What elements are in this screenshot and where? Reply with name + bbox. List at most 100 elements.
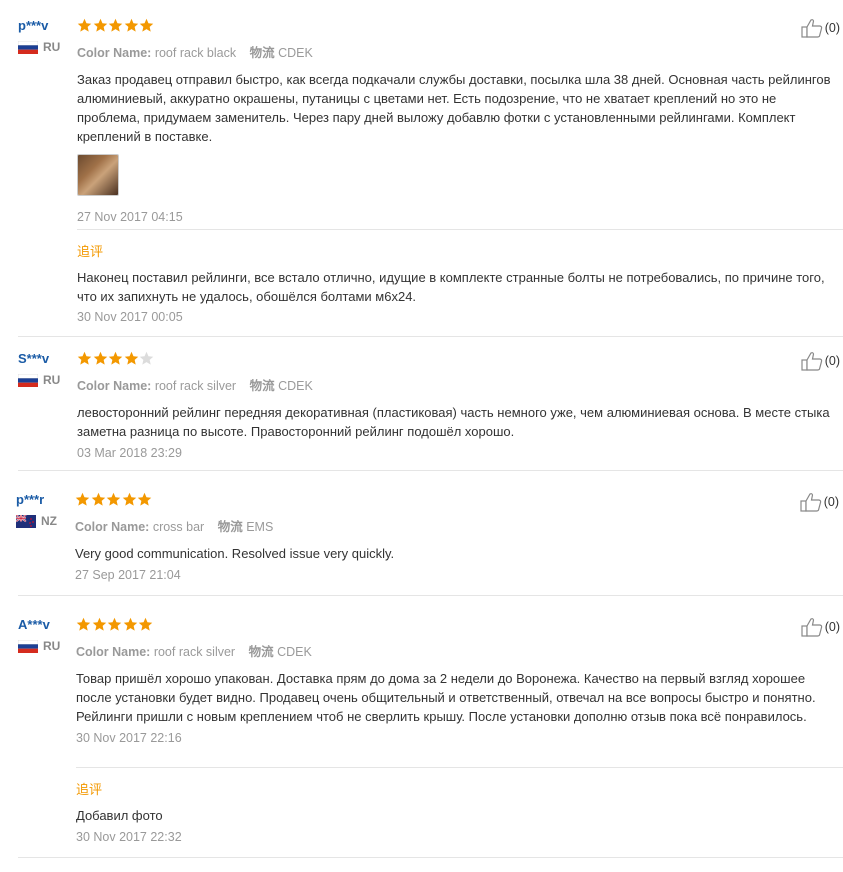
reviewer-info: p***v RU: [18, 18, 72, 54]
star-icon: [91, 492, 105, 506]
shipping-value: CDEK: [278, 379, 313, 393]
thumb-up-icon: [800, 493, 821, 512]
shipping-label: 物流: [249, 379, 275, 393]
color-name-value: roof rack black: [154, 46, 237, 60]
review-date: 03 Mar 2018 23:29: [77, 446, 182, 460]
reviewer-name[interactable]: p***v: [18, 18, 72, 34]
flag-ru-icon: [18, 373, 38, 387]
review-body: Color Name: cross bar 物流 EMS Very good c…: [75, 492, 843, 582]
star-icon: [108, 18, 123, 32]
star-icon: [93, 351, 107, 365]
review-date: 27 Sep 2017 21:04: [75, 568, 181, 582]
helpful-count: (0): [824, 21, 840, 35]
review-item: S***v RU Color Name: roof rack silver 物流…: [0, 351, 843, 461]
color-name-label: Color Name:: [75, 520, 150, 534]
review-text: Товар пришёл хорошо упакован. Доставка п…: [76, 671, 816, 724]
reviewer-country: RU: [18, 40, 72, 54]
flag-ru-icon: [18, 639, 38, 653]
star-icon: [107, 617, 122, 631]
star-icon: [123, 617, 137, 631]
review-item: A***v RU Color Name: roof rack silver 物流…: [0, 617, 843, 857]
review-meta: Color Name: cross bar 物流 EMS: [75, 516, 843, 535]
review-meta: Color Name: roof rack black 物流 CDEK: [77, 42, 843, 61]
thumb-up-icon: [801, 352, 822, 371]
review-text: Very good communication. Resolved issue …: [75, 546, 395, 561]
star-icon: [106, 492, 121, 506]
review-photo[interactable]: [77, 154, 119, 196]
review-meta: Color Name: roof rack silver 物流 CDEK: [77, 375, 843, 394]
star-icon: [122, 492, 136, 506]
shipping-label: 物流: [249, 46, 275, 60]
helpful-button[interactable]: (0): [800, 492, 839, 512]
review-date: 27 Nov 2017 04:15: [77, 210, 183, 224]
helpful-button[interactable]: (0): [801, 351, 840, 371]
color-name-value: roof rack silver: [153, 645, 236, 659]
country-code: NZ: [41, 514, 57, 528]
country-code: RU: [43, 373, 61, 387]
review-divider: [18, 336, 843, 337]
review-divider: [18, 857, 843, 858]
star-icon: [137, 492, 152, 506]
review-body: Color Name: roof rack black 物流 CDEK Зака…: [77, 18, 843, 324]
followup-divider: [77, 229, 843, 230]
thumb-up-icon: [801, 19, 822, 38]
followup-text: Наконец поставил рейлинги, все встало от…: [77, 270, 825, 304]
flag-ru-icon: [18, 40, 38, 54]
country-code: RU: [43, 639, 61, 653]
review-item: p***r NZ Color Name: cross bar 物流 EMS Ve…: [0, 492, 843, 582]
star-icon: [77, 18, 92, 32]
review-body: Color Name: roof rack silver 物流 CDEK лев…: [77, 351, 843, 460]
review-text: левосторонний рейлинг передняя декоратив…: [77, 405, 830, 439]
shipping-value: EMS: [246, 520, 274, 534]
reviewer-country: NZ: [16, 514, 70, 528]
reviewer-country: RU: [18, 639, 72, 653]
star-icon: [108, 351, 123, 365]
reviewer-name[interactable]: A***v: [18, 617, 72, 633]
color-name-label: Color Name:: [77, 46, 152, 60]
followup-date: 30 Nov 2017 00:05: [77, 310, 183, 324]
helpful-button[interactable]: (0): [801, 18, 840, 38]
helpful-count: (0): [823, 495, 839, 509]
reviewer-name[interactable]: p***r: [16, 492, 70, 508]
helpful-count: (0): [824, 354, 840, 368]
star-icon: [139, 351, 154, 365]
color-name-value: roof rack silver: [154, 379, 237, 393]
star-icon: [139, 18, 154, 32]
reviewer-info: S***v RU: [18, 351, 72, 387]
star-icon: [124, 18, 138, 32]
followup-text: Добавил фото: [76, 808, 163, 823]
star-icon: [76, 617, 91, 631]
review-text: Заказ продавец отправил быстро, как всег…: [77, 72, 831, 144]
review-divider: [18, 595, 843, 596]
review-date: 30 Nov 2017 22:16: [76, 731, 182, 745]
review-divider: [18, 470, 843, 471]
helpful-button[interactable]: (0): [801, 617, 840, 637]
color-name-label: Color Name:: [77, 379, 152, 393]
country-code: RU: [43, 40, 61, 54]
star-icon: [77, 351, 92, 365]
shipping-label: 物流: [248, 645, 274, 659]
star-icon: [124, 351, 138, 365]
reviewer-country: RU: [18, 373, 72, 387]
star-rating: [77, 351, 843, 367]
thumb-up-icon: [801, 618, 822, 637]
star-icon: [92, 617, 106, 631]
star-icon: [75, 492, 90, 506]
shipping-label: 物流: [217, 520, 243, 534]
followup-label: 追评: [76, 782, 103, 797]
review-meta: Color Name: roof rack silver 物流 CDEK: [76, 641, 843, 660]
review-body: Color Name: roof rack silver 物流 CDEK Тов…: [76, 617, 843, 844]
reviewer-name[interactable]: S***v: [18, 351, 72, 367]
reviewer-info: A***v RU: [18, 617, 72, 653]
followup-label: 追评: [77, 244, 104, 259]
color-name-label: Color Name:: [76, 645, 151, 659]
flag-nz-icon: [16, 514, 36, 528]
review-item: p***v RU Color Name: roof rack black 物流 …: [0, 18, 843, 338]
shipping-value: CDEK: [277, 645, 312, 659]
color-name-value: cross bar: [152, 520, 205, 534]
star-rating: [76, 617, 843, 633]
followup-divider: [76, 767, 843, 768]
helpful-count: (0): [824, 620, 840, 634]
reviewer-info: p***r NZ: [16, 492, 70, 528]
star-rating: [75, 492, 843, 508]
